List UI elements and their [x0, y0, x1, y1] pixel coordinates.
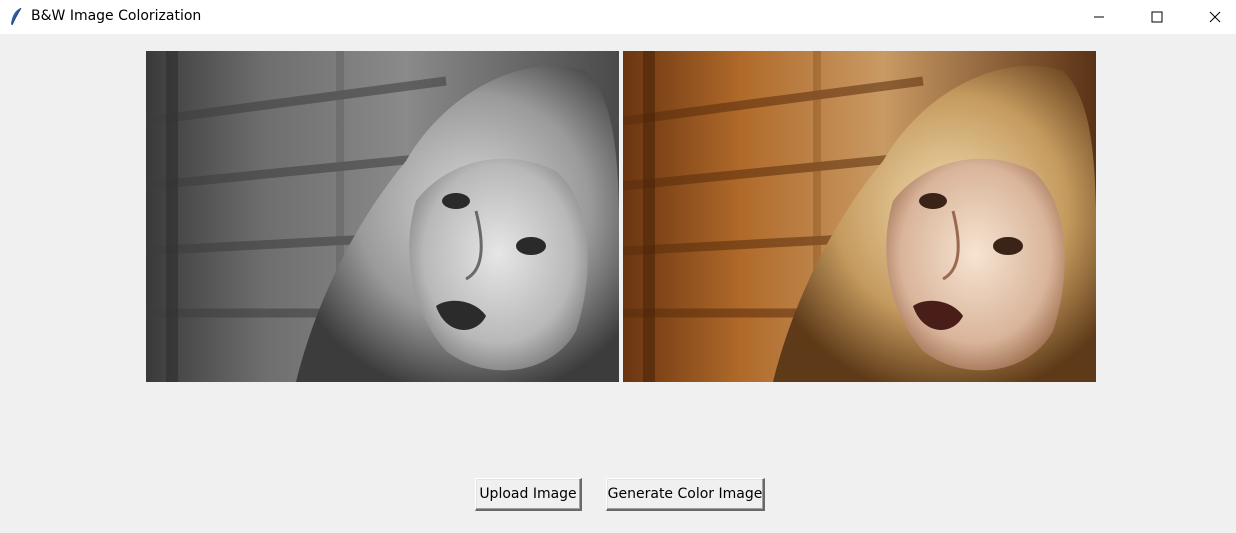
maximize-button[interactable] [1128, 0, 1186, 34]
maximize-icon [1151, 11, 1163, 23]
original-image [146, 51, 619, 382]
colorized-image [623, 51, 1096, 382]
minimize-button[interactable] [1070, 0, 1128, 34]
close-button[interactable] [1186, 0, 1236, 34]
close-icon [1209, 11, 1221, 23]
upload-image-button[interactable]: Upload Image [475, 478, 582, 511]
generate-color-image-button[interactable]: Generate Color Image [606, 478, 765, 511]
feather-icon [9, 7, 23, 27]
window-title: B&W Image Colorization [31, 8, 202, 24]
minimize-icon [1094, 16, 1104, 18]
title-bar: B&W Image Colorization [0, 0, 1236, 34]
app-window: B&W Image Colorization Upload Image Gene… [0, 0, 1236, 533]
